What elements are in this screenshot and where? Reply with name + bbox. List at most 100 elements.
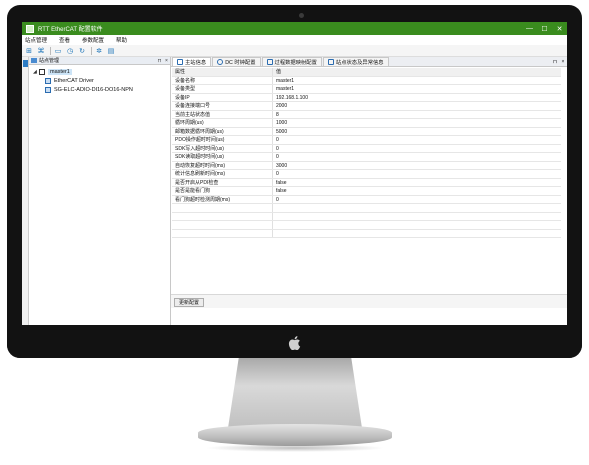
property-value-cell[interactable]: 1000 xyxy=(273,119,561,127)
settings-icon[interactable]: ✲ xyxy=(94,46,104,55)
property-value-cell[interactable]: 8 xyxy=(273,111,561,119)
property-value-cell[interactable]: false xyxy=(273,179,561,187)
property-value-cell[interactable]: master1 xyxy=(273,77,561,85)
monitor-mockup: RTT EtherCAT 配置软件 — ☐ ✕ 站点管理 查看 参数配置 帮助 … xyxy=(0,0,589,465)
monitor-stand-base xyxy=(198,424,392,446)
clock-icon[interactable]: ◷ xyxy=(65,46,75,55)
panel-close-icon[interactable]: × xyxy=(163,58,170,64)
property-name-cell: 是否开启从PDI检查 xyxy=(172,178,273,186)
property-value-cell[interactable]: 3000 xyxy=(273,162,561,170)
table-row[interactable]: 设备名称 master1 xyxy=(172,76,561,85)
table-row[interactable]: 设备连接端口号 2000 xyxy=(172,102,561,111)
property-value-cell[interactable]: master1 xyxy=(273,85,561,93)
column-header-value[interactable]: 值 xyxy=(273,68,561,76)
empty-cell xyxy=(172,204,273,212)
tab-process-data-mapping[interactable]: 过程数据映射配置 xyxy=(261,57,322,66)
detail-panel: 主站信息 DC 时钟配置 过程数据映射配置 站点状态及异常信息 ⊓ × 属性 值… xyxy=(171,57,567,325)
panel-icon xyxy=(31,58,37,63)
maximize-button[interactable]: ☐ xyxy=(537,22,552,35)
table-row[interactable]: 统计信息刷新时间(ms) 0 xyxy=(172,170,561,179)
property-value-cell[interactable]: false xyxy=(273,187,561,195)
property-name-cell: 是否是能看门狗 xyxy=(172,187,273,195)
close-button[interactable]: ✕ xyxy=(552,22,567,35)
property-value-cell[interactable]: 192.168.1.100 xyxy=(273,94,561,102)
menu-site-management[interactable]: 站点管理 xyxy=(25,36,47,44)
tab-close-icon[interactable]: × xyxy=(559,59,567,65)
empty-cell xyxy=(273,213,561,221)
tab-dc-clock[interactable]: DC 时钟配置 xyxy=(212,57,261,66)
app-window: RTT EtherCAT 配置软件 — ☐ ✕ 站点管理 查看 参数配置 帮助 … xyxy=(22,22,567,325)
property-name-cell: SDK读取超时时间(us) xyxy=(172,153,273,161)
property-value-cell[interactable]: 0 xyxy=(273,136,561,144)
property-name-cell: 看门狗超时检测周期(ms) xyxy=(172,195,273,203)
device-icon[interactable]: ▤ xyxy=(106,46,116,55)
property-name-cell: 设备名称 xyxy=(172,76,273,84)
network-icon[interactable]: ⌘ xyxy=(36,46,46,55)
tree-item-label: SG-ELC-ADIO-DI16-DO16-NPN xyxy=(54,86,133,93)
column-header-property[interactable]: 属性 xyxy=(172,68,273,76)
tab-site-status[interactable]: 站点状态及异常信息 xyxy=(322,57,389,66)
device-tree: ◢ master1 EtherCAT Driver SG-ELC-ADIO-DI… xyxy=(29,65,170,94)
table-row[interactable]: 设备类型 master1 xyxy=(172,85,561,94)
property-name-cell: 当前主站状态值 xyxy=(172,110,273,118)
tab-bar: 主站信息 DC 时钟配置 过程数据映射配置 站点状态及异常信息 ⊓ × xyxy=(171,57,567,67)
pin-icon[interactable]: ⊓ xyxy=(156,58,163,64)
table-row[interactable]: PDO操作超时时间(us) 0 xyxy=(172,136,561,145)
action-bar: 更新配置 xyxy=(171,294,567,308)
table-row[interactable]: SDK读取超时时间(us) 0 xyxy=(172,153,561,162)
menu-parameter-config[interactable]: 参数配置 xyxy=(82,36,104,44)
property-value-cell[interactable]: 0 xyxy=(273,170,561,178)
property-value-cell[interactable]: 0 xyxy=(273,153,561,161)
table-row[interactable]: 循环周期(us) 1000 xyxy=(172,119,561,128)
property-name-cell: 设备IP xyxy=(172,93,273,101)
apple-logo-icon xyxy=(288,336,301,350)
scan-icon[interactable]: ⊞ xyxy=(24,46,34,55)
window-title: RTT EtherCAT 配置软件 xyxy=(38,27,103,33)
side-strip xyxy=(22,57,29,325)
table-row[interactable]: 设备IP 192.168.1.100 xyxy=(172,93,561,102)
property-value-cell[interactable]: 0 xyxy=(273,196,561,204)
workspace: 站点管理 ⊓ × ◢ master1 EtherCAT Driver SG-EL… xyxy=(22,57,567,325)
empty-row xyxy=(172,204,561,213)
master-node-icon xyxy=(39,68,45,75)
property-value-cell[interactable]: 2000 xyxy=(273,102,561,110)
tree-item-driver[interactable]: EtherCAT Driver xyxy=(33,76,170,85)
tab-label: 站点状态及异常信息 xyxy=(335,60,384,66)
menu-view[interactable]: 查看 xyxy=(59,36,70,44)
info-icon xyxy=(177,59,183,65)
property-value-cell[interactable]: 5000 xyxy=(273,128,561,136)
menu-help[interactable]: 帮助 xyxy=(116,36,127,44)
camera-dot xyxy=(299,13,304,18)
property-name-cell: 统计信息刷新时间(ms) xyxy=(172,170,273,178)
table-row[interactable]: 是否开启从PDI检查 false xyxy=(172,178,561,187)
table-row[interactable]: 是否是能看门狗 false xyxy=(172,187,561,196)
tab-master-info[interactable]: 主站信息 xyxy=(172,57,212,66)
panel-header: 站点管理 ⊓ × xyxy=(29,57,170,65)
table-row[interactable]: 邮箱数据循环周期(us) 5000 xyxy=(172,127,561,136)
tree-item-master[interactable]: ◢ master1 xyxy=(33,67,170,76)
mapping-icon xyxy=(266,59,273,65)
property-name-cell: 自动恢复超时时间(ms) xyxy=(172,161,273,169)
side-tab-icon[interactable] xyxy=(23,60,28,67)
refresh-icon[interactable]: ↻ xyxy=(77,46,87,55)
tab-label: DC 时钟配置 xyxy=(225,60,256,66)
toolbar-divider xyxy=(50,46,51,55)
tree-item-slave[interactable]: SG-ELC-ADIO-DI16-DO16-NPN xyxy=(33,85,170,94)
property-value-cell[interactable]: 0 xyxy=(273,145,561,153)
table-row[interactable]: SDK写入超时时间(us) 0 xyxy=(172,144,561,153)
property-name-cell: 邮箱数据循环周期(us) xyxy=(172,127,273,135)
property-name-cell: 设备类型 xyxy=(172,85,273,93)
tree-item-label: master1 xyxy=(48,68,72,75)
update-config-button[interactable]: 更新配置 xyxy=(174,298,205,307)
menu-bar: 站点管理 查看 参数配置 帮助 xyxy=(22,35,567,45)
minimize-button[interactable]: — xyxy=(522,22,537,35)
empty-row xyxy=(172,221,561,230)
monitor-icon[interactable]: ▭ xyxy=(53,46,63,55)
app-icon xyxy=(26,24,34,33)
table-row[interactable]: 自动恢复超时时间(ms) 3000 xyxy=(172,161,561,170)
table-row[interactable]: 当前主站状态值 8 xyxy=(172,110,561,119)
tab-label: 主站信息 xyxy=(185,60,207,66)
tab-pin-icon[interactable]: ⊓ xyxy=(551,59,559,65)
property-name-cell: PDO操作超时时间(us) xyxy=(172,136,273,144)
table-row[interactable]: 看门狗超时检测周期(ms) 0 xyxy=(172,195,561,204)
